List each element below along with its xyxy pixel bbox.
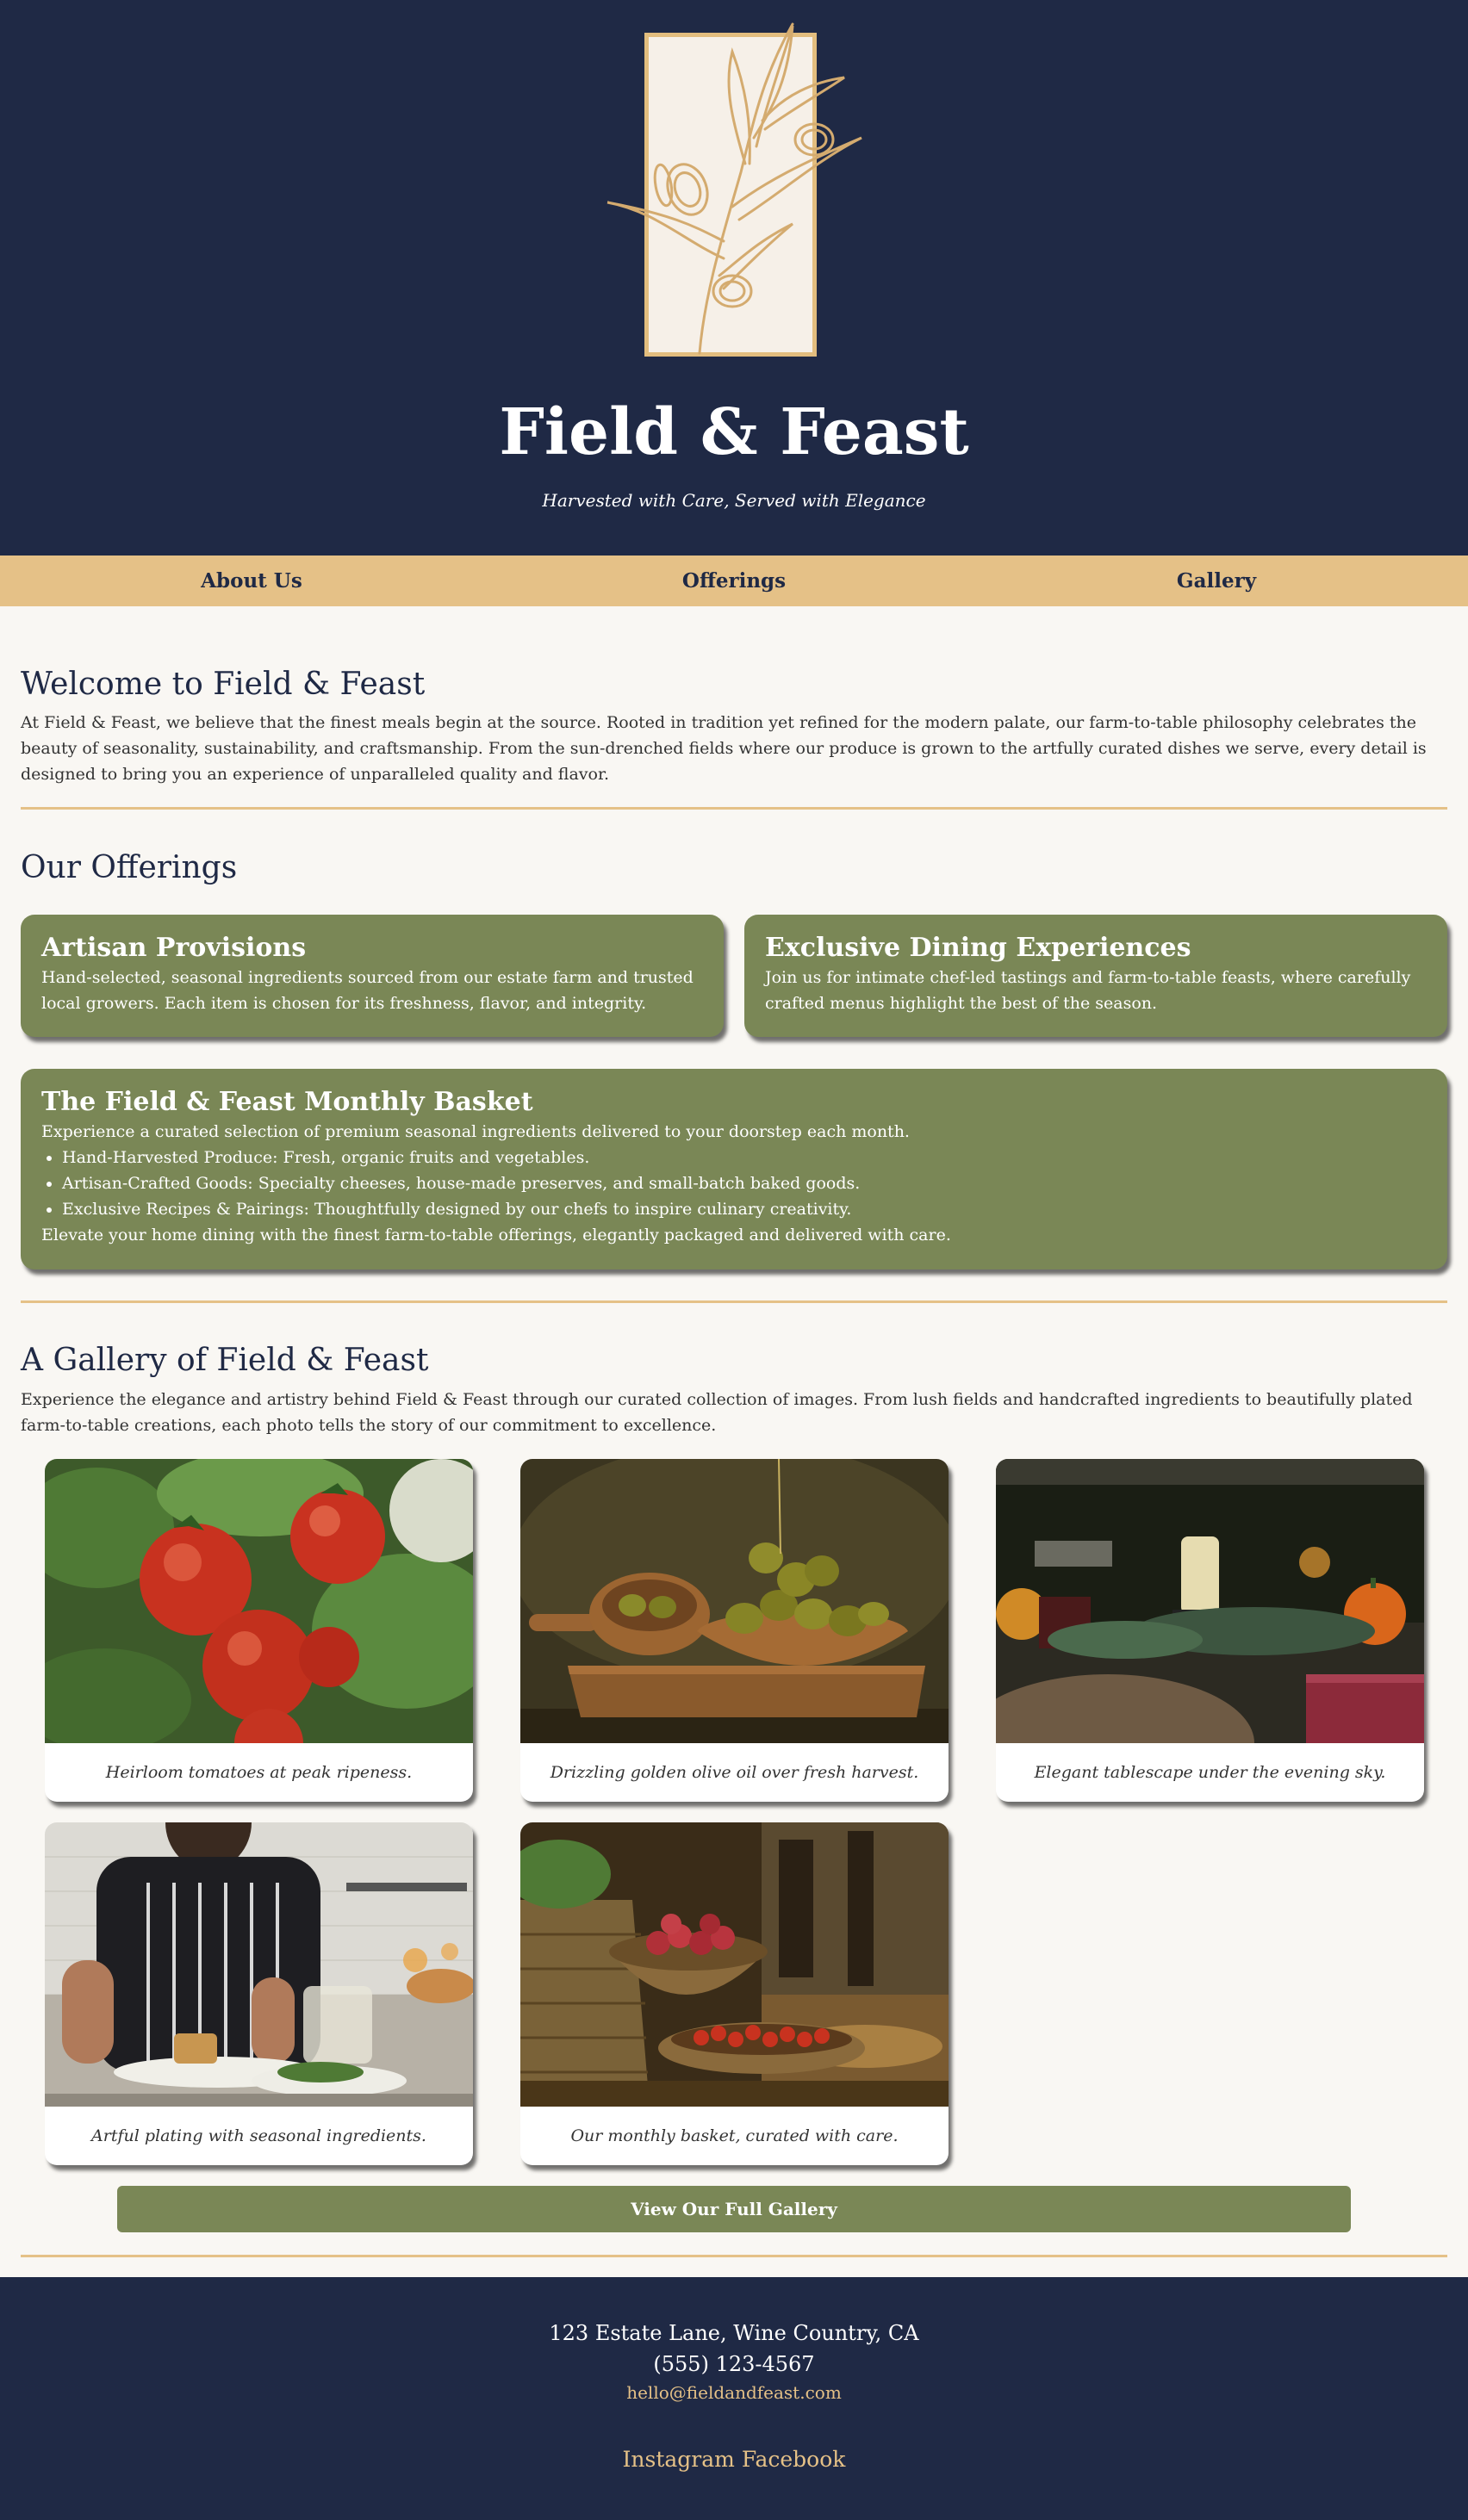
plating-image (45, 1822, 473, 2107)
footer-address: 123 Estate Lane, Wine Country, CA (549, 2321, 919, 2345)
basket-item: Artisan-Crafted Goods: Specialty cheeses… (62, 1170, 1427, 1196)
footer-social: Instagram Facebook (0, 2444, 1468, 2475)
divider (21, 1300, 1447, 1303)
site-footer: 123 Estate Lane, Wine Country, CA (555) … (0, 2277, 1468, 2520)
gallery-photo-olive-oil[interactable]: Drizzling golden olive oil over fresh ha… (520, 1459, 949, 1802)
photo-caption: Drizzling golden olive oil over fresh ha… (550, 1763, 919, 1782)
gallery-photo-plating[interactable]: Artful plating with seasonal ingredients… (45, 1822, 473, 2165)
olive-branch-icon (603, 17, 867, 362)
card-title: Artisan Provisions (41, 933, 307, 963)
basket-image (520, 1822, 949, 2107)
divider (21, 807, 1447, 810)
gallery-photo-tablescape[interactable]: Elegant tablescape under the evening sky… (996, 1459, 1424, 1802)
gallery-photo-tomatoes[interactable]: Heirloom tomatoes at peak ripeness. (45, 1459, 473, 1802)
footer-phone: (555) 123-4567 (653, 2352, 815, 2376)
olives-image (520, 1459, 949, 1743)
basket-intro: Experience a curated selection of premiu… (41, 1122, 910, 1141)
photo-caption: Heirloom tomatoes at peak ripeness. (105, 1763, 413, 1782)
offering-card-dining: Exclusive Dining Experiences Join us for… (744, 915, 1447, 1037)
instagram-link[interactable]: Instagram (623, 2447, 735, 2472)
photo-caption: Elegant tablescape under the evening sky… (1034, 1763, 1386, 1782)
nav-offerings[interactable]: Offerings (605, 556, 863, 606)
olive-branch-drawing (606, 22, 862, 355)
site-header: Field & Feast Harvested with Care, Serve… (0, 0, 1468, 556)
gallery-text: Experience the elegance and artistry beh… (21, 1390, 1413, 1435)
nav-about-us[interactable]: About Us (122, 556, 381, 606)
basket-item: Exclusive Recipes & Pairings: Thoughtful… (62, 1196, 1427, 1222)
basket-list: Hand-Harvested Produce: Fresh, organic f… (41, 1145, 1427, 1222)
basket-title: The Field & Feast Monthly Basket (41, 1087, 533, 1117)
main-nav: About Us Offerings Gallery (0, 556, 1468, 606)
offerings-heading: Our Offerings (21, 850, 238, 885)
photo-caption: Our monthly basket, curated with care. (570, 2126, 899, 2145)
footer-email-link[interactable]: hello@fieldandfeast.com (0, 2380, 1468, 2405)
tomatoes-image (45, 1459, 473, 1743)
photo-caption: Artful plating with seasonal ingredients… (91, 2126, 426, 2145)
nav-gallery[interactable]: Gallery (1087, 556, 1346, 606)
divider (21, 2255, 1447, 2257)
site-title: Field & Feast (499, 395, 969, 469)
monthly-basket-card: The Field & Feast Monthly Basket Experie… (21, 1069, 1447, 1269)
card-text: Hand-selected, seasonal ingredients sour… (41, 968, 694, 1013)
offering-card-provisions: Artisan Provisions Hand-selected, season… (21, 915, 724, 1037)
gallery-heading: A Gallery of Field & Feast (21, 1343, 429, 1378)
card-text: Join us for intimate chef-led tastings a… (765, 968, 1411, 1013)
facebook-link[interactable]: Facebook (742, 2447, 846, 2472)
basket-outro: Elevate your home dining with the finest… (41, 1226, 951, 1244)
gallery-photo-basket[interactable]: Our monthly basket, curated with care. (520, 1822, 949, 2165)
tablescape-image (996, 1459, 1424, 1743)
basket-item: Hand-Harvested Produce: Fresh, organic f… (62, 1145, 1427, 1170)
card-title: Exclusive Dining Experiences (765, 933, 1191, 963)
view-full-gallery-button[interactable]: View Our Full Gallery (117, 2186, 1351, 2232)
welcome-heading: Welcome to Field & Feast (21, 667, 426, 702)
tagline: Harvested with Care, Served with Eleganc… (542, 490, 926, 511)
welcome-text: At Field & Feast, we believe that the fi… (21, 713, 1427, 784)
